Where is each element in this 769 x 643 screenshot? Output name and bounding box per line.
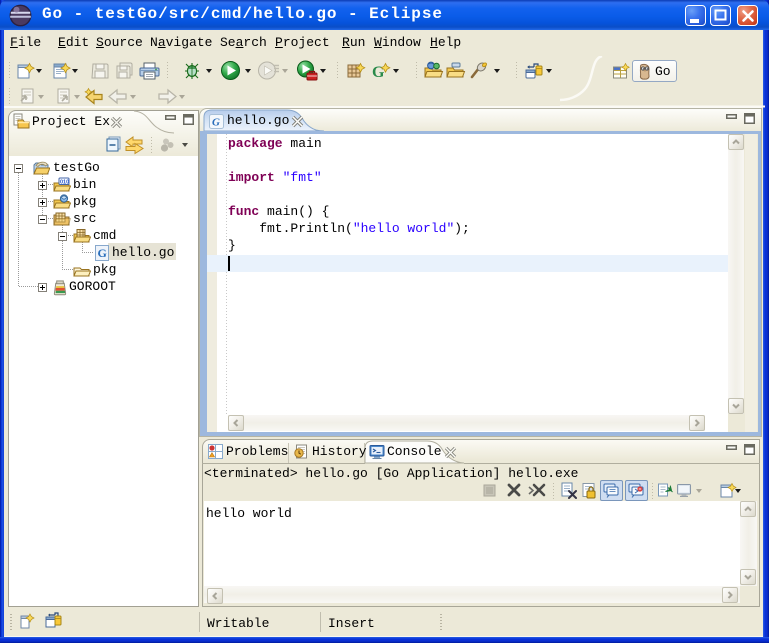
svg-text:010: 010 bbox=[60, 180, 69, 186]
svg-text:G: G bbox=[212, 117, 220, 129]
svg-text:G: G bbox=[98, 246, 107, 260]
